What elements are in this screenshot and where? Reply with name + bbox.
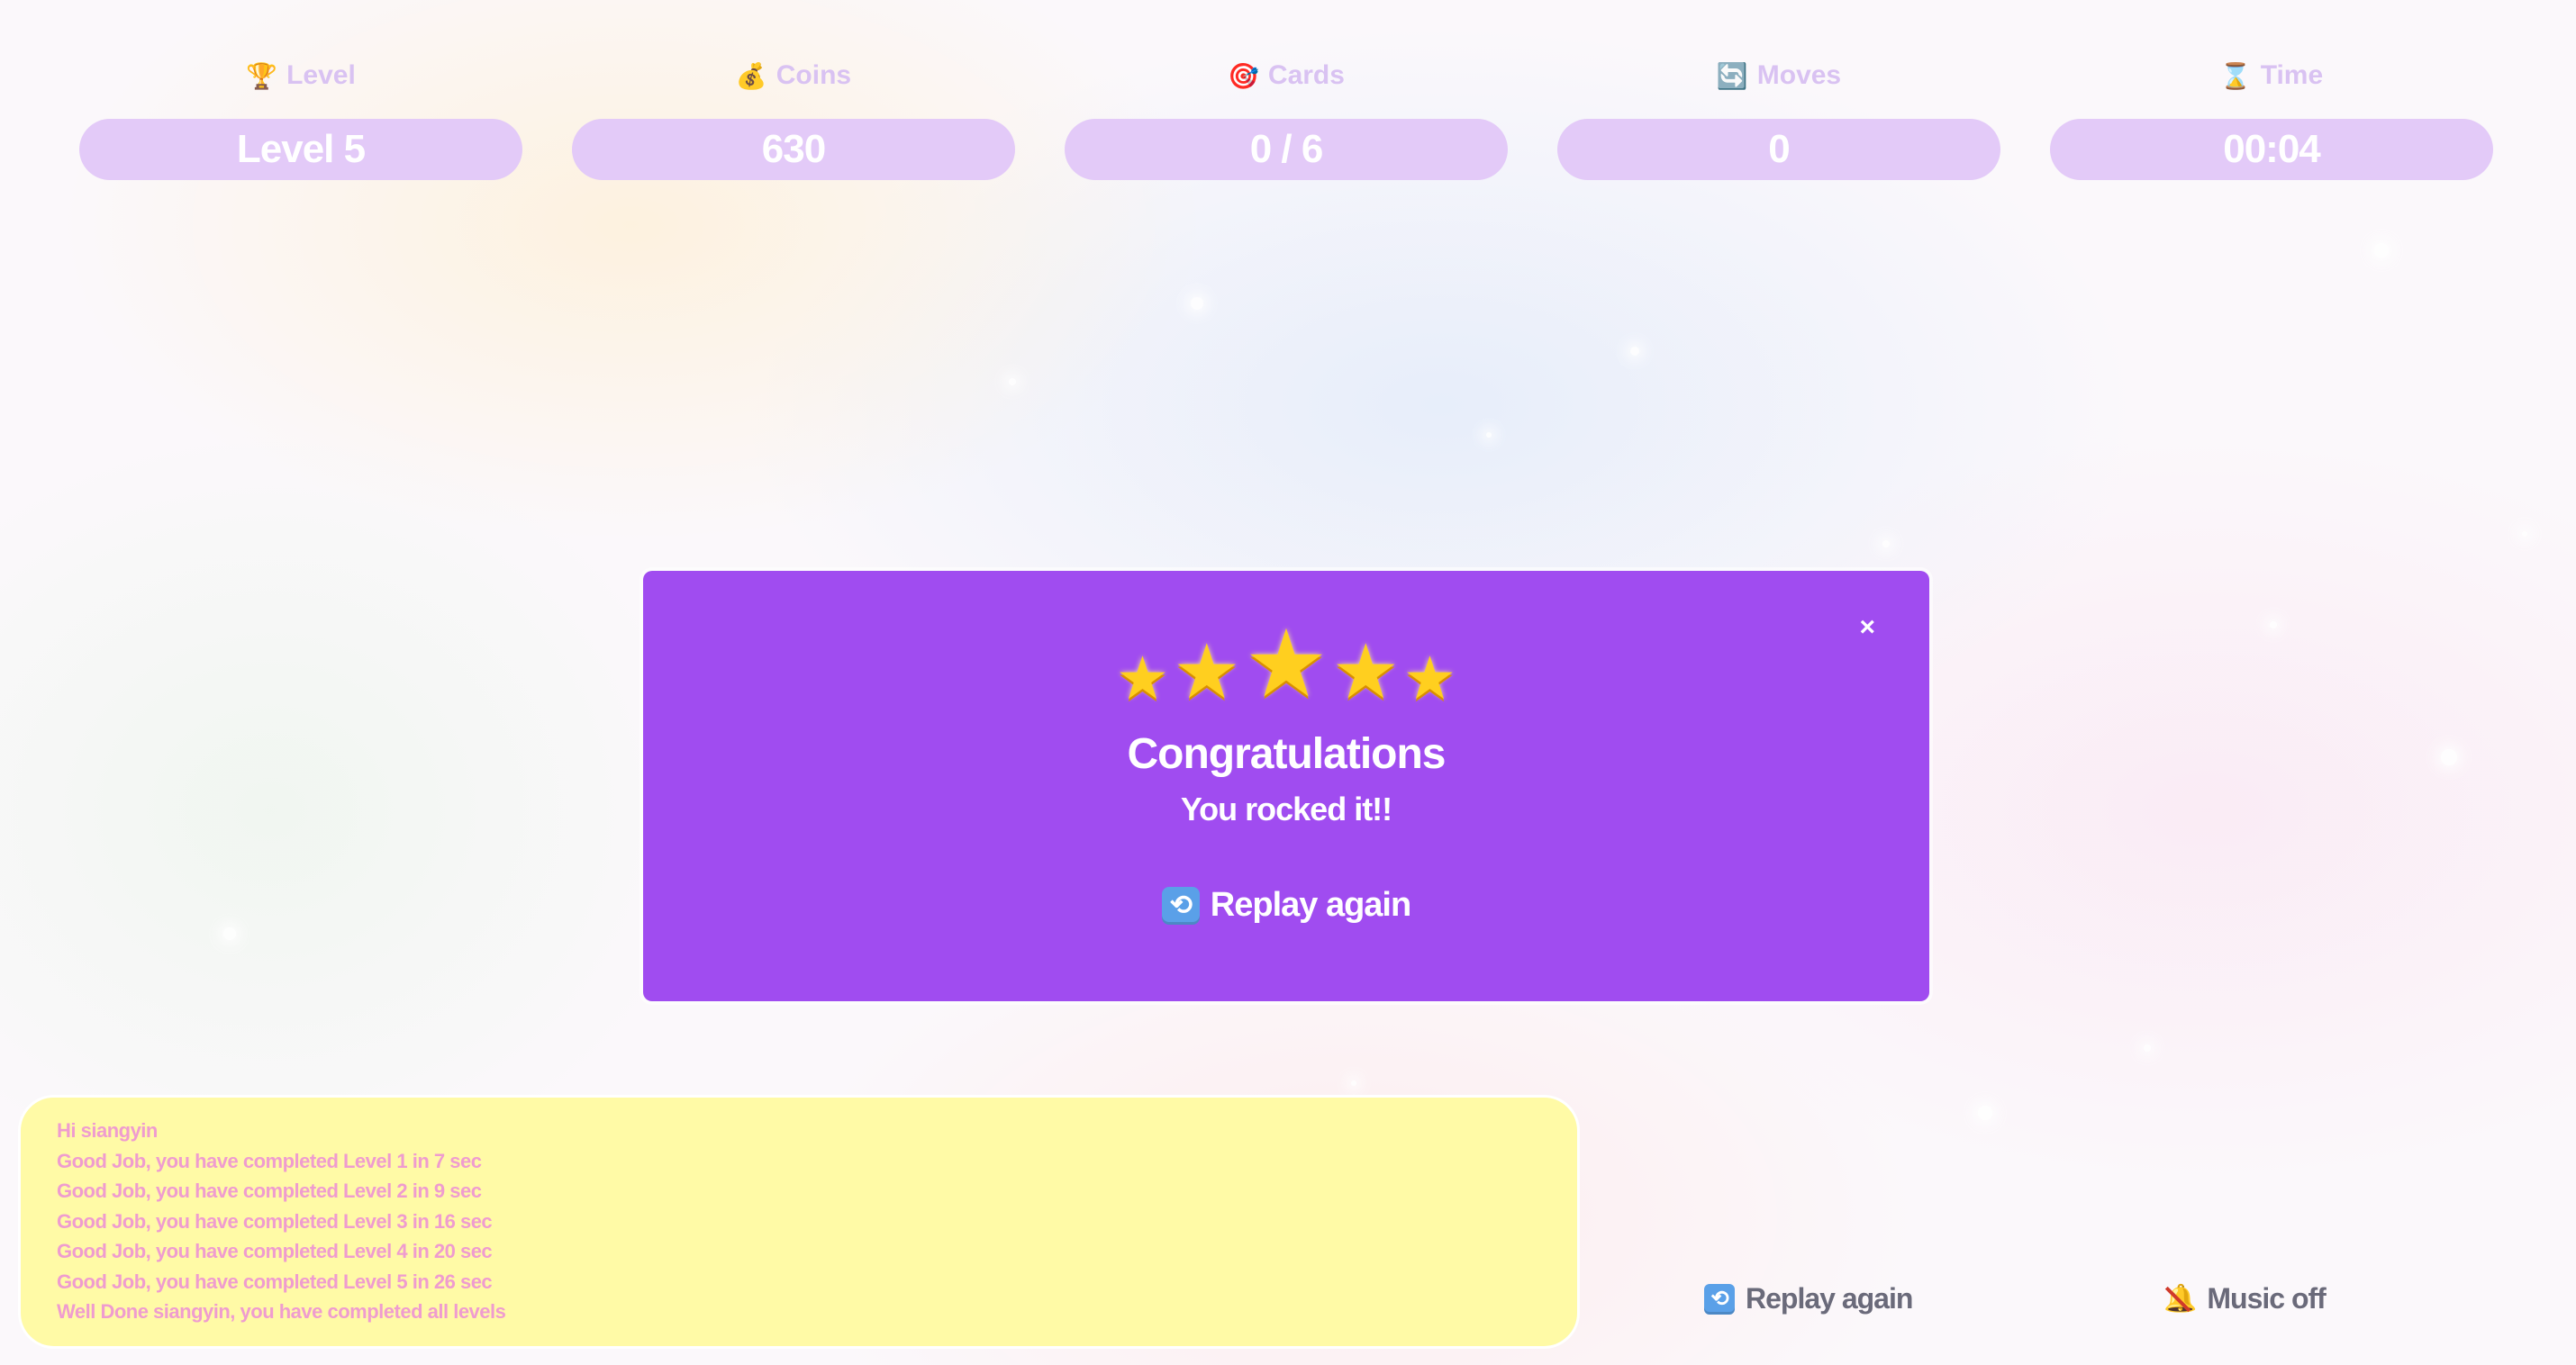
star-icon: ★ bbox=[1173, 629, 1241, 714]
sparkle bbox=[1191, 297, 1203, 310]
sparkle bbox=[2522, 531, 2527, 537]
stat-cards: 🎯 Cards 0 / 6 bbox=[1065, 56, 1508, 180]
sparkle bbox=[2374, 243, 2389, 258]
sparkle bbox=[2270, 621, 2277, 628]
log-line: Good Job, you have completed Level 2 in … bbox=[57, 1180, 482, 1202]
stat-value-cards: 0 / 6 bbox=[1065, 119, 1508, 180]
stat-label-text: Cards bbox=[1267, 60, 1345, 90]
star-icon: ★ bbox=[1244, 612, 1329, 717]
target-icon: 🎯 bbox=[1228, 61, 1259, 90]
trophy-icon: 🏆 bbox=[246, 61, 278, 90]
rating-stars: ★ ★ ★ ★ ★ bbox=[643, 618, 1929, 711]
bell-muted-icon: 🔔 bbox=[2163, 1284, 2197, 1314]
stat-label-text: Moves bbox=[1756, 60, 1842, 90]
log-line: Good Job, you have completed Level 3 in … bbox=[57, 1209, 493, 1233]
stat-label: ⌛ Time bbox=[2220, 56, 2323, 95]
modal-subtitle: You rocked it!! bbox=[1180, 791, 1392, 827]
star-icon: ★ bbox=[1331, 629, 1400, 714]
modal-title: Congratulations bbox=[1127, 730, 1447, 778]
star-icon: ★ bbox=[1115, 645, 1170, 711]
money-bag-icon: 💰 bbox=[735, 61, 767, 90]
replay-button[interactable]: ⟲ Replay again bbox=[1704, 1282, 1913, 1315]
stat-level: 🏆 Level Level 5 bbox=[79, 56, 522, 180]
stat-value-time: 00:04 bbox=[2050, 119, 2493, 180]
stat-label-text: Level bbox=[286, 60, 356, 90]
stat-coins: 💰 Coins 630 bbox=[572, 56, 1015, 180]
stat-value-coins: 630 bbox=[572, 119, 1015, 180]
stat-label: 🔄 Moves bbox=[1717, 56, 1841, 95]
sparkle bbox=[1009, 378, 1016, 385]
log-line: Hi siangyin bbox=[57, 1119, 158, 1142]
stat-value-level: Level 5 bbox=[79, 119, 522, 180]
sparkle bbox=[1882, 540, 1890, 547]
stat-moves: 🔄 Moves 0 bbox=[1557, 56, 2000, 180]
stat-label: 🎯 Cards bbox=[1228, 56, 1345, 95]
stat-label-text: Time bbox=[2260, 60, 2324, 90]
log-line: Good Job, you have completed Level 1 in … bbox=[57, 1149, 482, 1172]
sparkle bbox=[1351, 1080, 1356, 1086]
music-toggle-button[interactable]: 🔔 Music off bbox=[2163, 1282, 2327, 1315]
replay-label: Replay again bbox=[1746, 1282, 1913, 1315]
stat-time: ⌛ Time 00:04 bbox=[2050, 56, 2493, 180]
hourglass-icon: ⌛ bbox=[2219, 61, 2252, 90]
modal-replay-button[interactable]: ⟲ Replay again bbox=[643, 886, 1929, 925]
music-label: Music off bbox=[2207, 1282, 2326, 1315]
sparkle bbox=[1978, 1106, 1992, 1120]
stat-label: 💰 Coins bbox=[736, 56, 851, 95]
log-line: Well Done siangyin, you have completed a… bbox=[57, 1300, 506, 1323]
replay-icon: ⟲ bbox=[1161, 886, 1200, 925]
modal-replay-label: Replay again bbox=[1210, 886, 1411, 924]
stat-label: 🏆 Level bbox=[246, 56, 356, 95]
sparkle bbox=[2144, 1044, 2151, 1052]
stats-bar: 🏆 Level Level 5 💰 Coins 630 🎯 Cards 0 / 6 🔄 Moves 0… bbox=[79, 56, 2493, 180]
sparkle bbox=[1486, 432, 1492, 438]
message-log: Hi siangyin Good Job, you have completed … bbox=[18, 1095, 1580, 1349]
sparkle bbox=[2441, 749, 2457, 765]
stat-value-moves: 0 bbox=[1557, 119, 2000, 180]
cycle-icon: 🔄 bbox=[1716, 61, 1748, 90]
congratulations-modal: × ★ ★ ★ ★ ★ Congratulations You rocked i… bbox=[643, 571, 1929, 1001]
log-line: Good Job, you have completed Level 4 in … bbox=[57, 1240, 493, 1262]
stat-label-text: Coins bbox=[776, 60, 852, 90]
star-icon: ★ bbox=[1402, 645, 1457, 711]
log-line: Good Job, you have completed Level 5 in … bbox=[57, 1270, 493, 1293]
sparkle bbox=[223, 927, 236, 940]
replay-icon: ⟲ bbox=[1704, 1283, 1735, 1315]
sparkle bbox=[1630, 347, 1639, 356]
